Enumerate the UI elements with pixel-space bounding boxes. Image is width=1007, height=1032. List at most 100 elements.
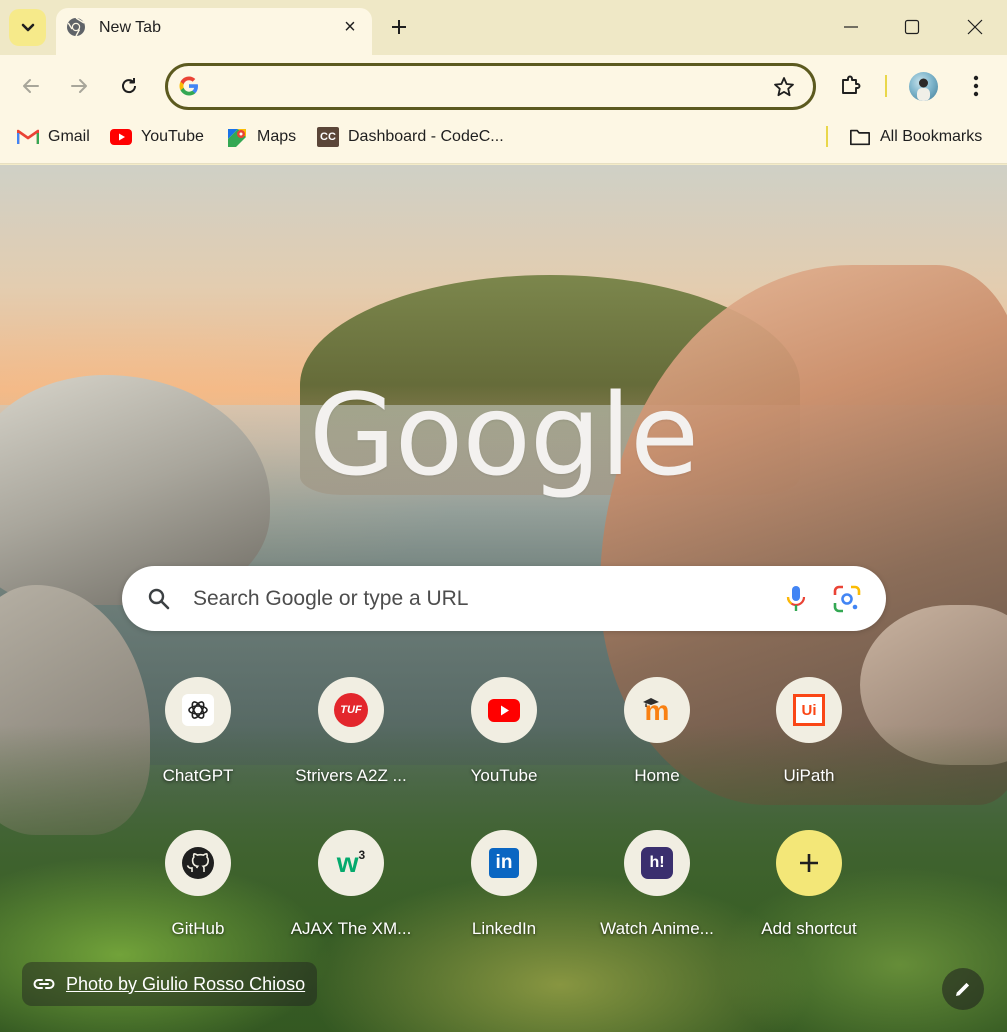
minimize-icon	[844, 26, 858, 28]
more-vert-icon	[973, 75, 979, 97]
arrow-left-icon	[23, 79, 39, 93]
all-bookmarks-button[interactable]: All Bookmarks	[849, 126, 982, 148]
linkedin-icon: in	[489, 848, 519, 878]
add-shortcut-button[interactable]: Add shortcut	[739, 830, 879, 950]
back-button[interactable]	[14, 69, 48, 103]
shortcut-label: Strivers A2Z ...	[295, 766, 407, 785]
bookmark-label: Gmail	[48, 128, 90, 145]
pencil-icon	[956, 982, 970, 996]
customize-chrome-button[interactable]	[942, 968, 984, 1010]
hianime-icon: h!	[641, 847, 673, 879]
shortcut-uipath[interactable]: Ui UiPath	[739, 677, 879, 797]
address-bar[interactable]	[165, 63, 816, 110]
shortcut-strivers-a2z[interactable]: TUF Strivers A2Z ...	[281, 677, 421, 797]
shortcut-label: AJAX The XM...	[290, 919, 412, 938]
chrome-menu-button[interactable]	[962, 71, 990, 101]
link-icon	[33, 979, 55, 989]
chatgpt-icon	[182, 694, 214, 726]
bookmark-codechef[interactable]: CC Dashboard - CodeC...	[317, 126, 504, 148]
maximize-button[interactable]	[897, 12, 927, 42]
tab-search-button[interactable]	[9, 9, 46, 46]
google-lens-icon[interactable]	[832, 584, 862, 614]
tab-new-tab[interactable]: New Tab ×	[56, 8, 372, 55]
bookmarks-divider	[826, 126, 828, 147]
codechef-icon: CC	[317, 127, 339, 147]
chevron-down-icon	[21, 23, 34, 31]
youtube-icon	[488, 698, 520, 722]
shortcut-label: YouTube	[470, 766, 538, 785]
shortcut-label: Add shortcut	[761, 919, 857, 938]
tab-strip: New Tab ×	[0, 0, 1007, 55]
bookmark-label: Maps	[257, 128, 297, 145]
shortcut-icon-circle	[165, 830, 231, 896]
new-tab-button[interactable]	[384, 12, 414, 42]
tab-title: New Tab	[99, 19, 161, 36]
bookmark-label: YouTube	[141, 128, 204, 145]
shortcut-label: ChatGPT	[162, 766, 234, 785]
shortcut-icon-circle: Ui	[776, 677, 842, 743]
chrome-icon	[67, 17, 85, 37]
forward-button[interactable]	[62, 69, 96, 103]
shortcut-icon-circle: in	[471, 830, 537, 896]
shortcut-github[interactable]: GitHub	[128, 830, 268, 950]
reload-button[interactable]	[112, 69, 146, 103]
arrow-right-icon	[71, 79, 87, 93]
shortcut-icon-circle: h!	[624, 830, 690, 896]
extensions-button[interactable]	[836, 70, 866, 100]
close-window-button[interactable]	[960, 12, 990, 42]
shortcut-label: Watch Anime...	[600, 919, 714, 938]
shortcut-icon-circle: TUF	[318, 677, 384, 743]
all-bookmarks-label: All Bookmarks	[880, 128, 983, 145]
search-placeholder: Search Google or type a URL	[193, 587, 469, 610]
shortcut-home[interactable]: m Home	[587, 677, 727, 797]
google-g-icon	[179, 76, 198, 96]
shortcut-label: GitHub	[171, 919, 225, 938]
gmail-icon	[17, 127, 39, 147]
shortcut-label: Home	[634, 766, 680, 785]
bookmarks-bar: Gmail YouTube Maps CC Dashboard - CodeC.…	[0, 117, 1007, 164]
toolbar-divider	[885, 75, 887, 97]
bookmark-maps[interactable]: Maps	[226, 126, 296, 148]
google-logo: Google	[309, 371, 699, 501]
tuf-icon: TUF	[334, 693, 368, 727]
person-avatar-icon	[917, 78, 930, 101]
bookmark-gmail[interactable]: Gmail	[17, 126, 90, 148]
close-icon[interactable]: ×	[339, 16, 361, 38]
profile-avatar[interactable]	[909, 72, 938, 101]
address-input[interactable]	[212, 72, 752, 100]
maximize-icon	[904, 19, 920, 35]
bookmark-youtube[interactable]: YouTube	[110, 126, 204, 148]
shortcut-watch-anime[interactable]: h! Watch Anime...	[587, 830, 727, 950]
photo-attribution-link[interactable]: Photo by Giulio Rosso Chioso	[22, 962, 318, 1006]
folder-icon	[849, 127, 871, 147]
bookmark-star-button[interactable]	[771, 74, 797, 100]
plus-icon	[800, 854, 818, 872]
w3schools-icon: w 3	[336, 847, 366, 878]
moodle-icon: m	[643, 695, 670, 726]
star-icon	[774, 77, 794, 97]
uipath-icon: Ui	[793, 694, 825, 726]
shortcut-ajax-w3schools[interactable]: w 3 AJAX The XM...	[281, 830, 421, 950]
attribution-text: Photo by Giulio Rosso Chioso	[66, 973, 306, 994]
github-icon	[182, 847, 214, 879]
shortcut-linkedin[interactable]: in LinkedIn	[434, 830, 574, 950]
shortcut-label: UiPath	[783, 766, 835, 785]
shortcut-icon-circle	[165, 677, 231, 743]
new-tab-page: Google Search Google or type a URL ChatG…	[0, 165, 1007, 1032]
shortcut-icon-circle: m	[624, 677, 690, 743]
maps-icon	[226, 127, 248, 147]
minimize-button[interactable]	[836, 12, 866, 42]
toolbar	[0, 55, 1007, 117]
search-icon	[148, 588, 170, 610]
puzzle-icon	[842, 75, 861, 94]
shortcut-label: LinkedIn	[471, 919, 537, 938]
plus-icon	[392, 20, 406, 34]
ntp-search-box[interactable]: Search Google or type a URL	[122, 566, 886, 631]
bookmark-label: Dashboard - CodeC...	[348, 128, 504, 145]
shortcut-youtube[interactable]: YouTube	[434, 677, 574, 797]
shortcut-icon-circle	[776, 830, 842, 896]
reload-icon	[122, 78, 137, 94]
shortcut-chatgpt[interactable]: ChatGPT	[128, 677, 268, 797]
microphone-icon[interactable]	[782, 584, 810, 614]
youtube-icon	[110, 127, 132, 147]
